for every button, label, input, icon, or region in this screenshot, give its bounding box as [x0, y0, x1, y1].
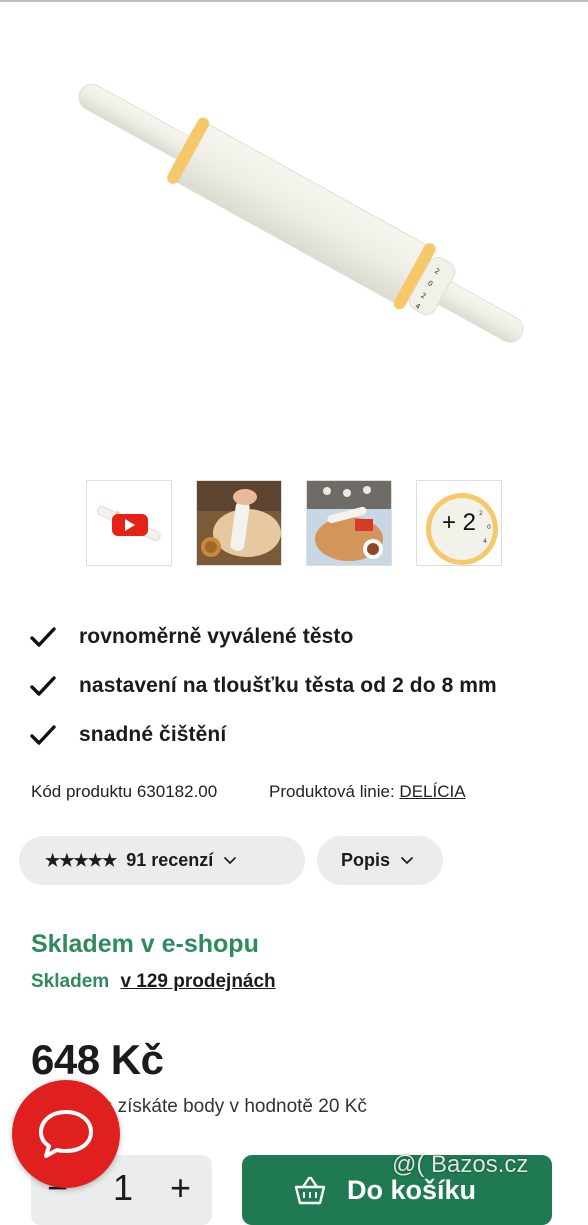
description-label: Popis: [341, 850, 391, 870]
play-icon: [112, 514, 148, 536]
product-image[interactable]: 2 0 2 4: [0, 60, 588, 390]
reviews-label: 91 recenzí: [126, 850, 214, 870]
increase-button[interactable]: +: [170, 1167, 191, 1209]
basket-icon: [294, 1176, 326, 1205]
thumbnail-strip: 2 0 4 + 2: [86, 480, 506, 568]
feature-text: snadné čištění: [79, 722, 227, 746]
top-divider: [0, 0, 588, 2]
feature-list: rovnoměrně vyválené těsto nastavení na t…: [30, 612, 570, 759]
more-images-thumbnail[interactable]: 2 0 4 + 2: [416, 480, 502, 566]
product-line: Produktová linie: DELÍCIA: [269, 782, 466, 802]
video-thumbnail[interactable]: [86, 480, 172, 566]
feature-text: rovnoměrně vyválené těsto: [79, 624, 354, 648]
check-icon: [30, 675, 56, 696]
rating-stars: ★★★★★: [45, 850, 117, 870]
chat-bubble-icon: [39, 1110, 93, 1158]
product-code: Kód produktu 630182.00: [31, 782, 218, 801]
reviews-button[interactable]: ★★★★★ 91 recenzí: [19, 836, 305, 885]
stock-status: Skladem: [31, 971, 110, 992]
list-item: rovnoměrně vyválené těsto: [30, 612, 570, 661]
feature-text: nastavení na tloušťku těsta od 2 do 8 mm: [79, 673, 497, 697]
add-to-cart-label: Do košíku: [347, 1175, 477, 1205]
list-item: snadné čištění: [30, 710, 570, 759]
quantity-value[interactable]: 1: [113, 1167, 133, 1209]
chevron-down-icon: [401, 856, 413, 864]
more-images-count: + 2: [441, 509, 477, 536]
chat-button[interactable]: [12, 1080, 120, 1188]
check-icon: [30, 626, 56, 647]
list-item: nastavení na tloušťku těsta od 2 do 8 mm: [30, 661, 570, 710]
chevron-down-icon: [224, 856, 237, 864]
stock-line: Skladem v 129 prodejnách: [31, 971, 276, 993]
check-icon: [30, 724, 56, 745]
stores-link[interactable]: v 129 prodejnách: [120, 971, 275, 992]
product-line-link[interactable]: DELÍCIA: [399, 782, 465, 801]
product-line-label: Produktová linie:: [269, 782, 395, 801]
description-button[interactable]: Popis: [317, 836, 443, 885]
watermark: @( Bazos.cz: [392, 1151, 529, 1178]
photo-thumbnail-dough[interactable]: [196, 480, 282, 566]
price: 648 Kč: [31, 1036, 164, 1083]
stock-title: Skladem v e-shopu: [31, 930, 259, 958]
photo-thumbnail-cookies[interactable]: [306, 480, 392, 566]
